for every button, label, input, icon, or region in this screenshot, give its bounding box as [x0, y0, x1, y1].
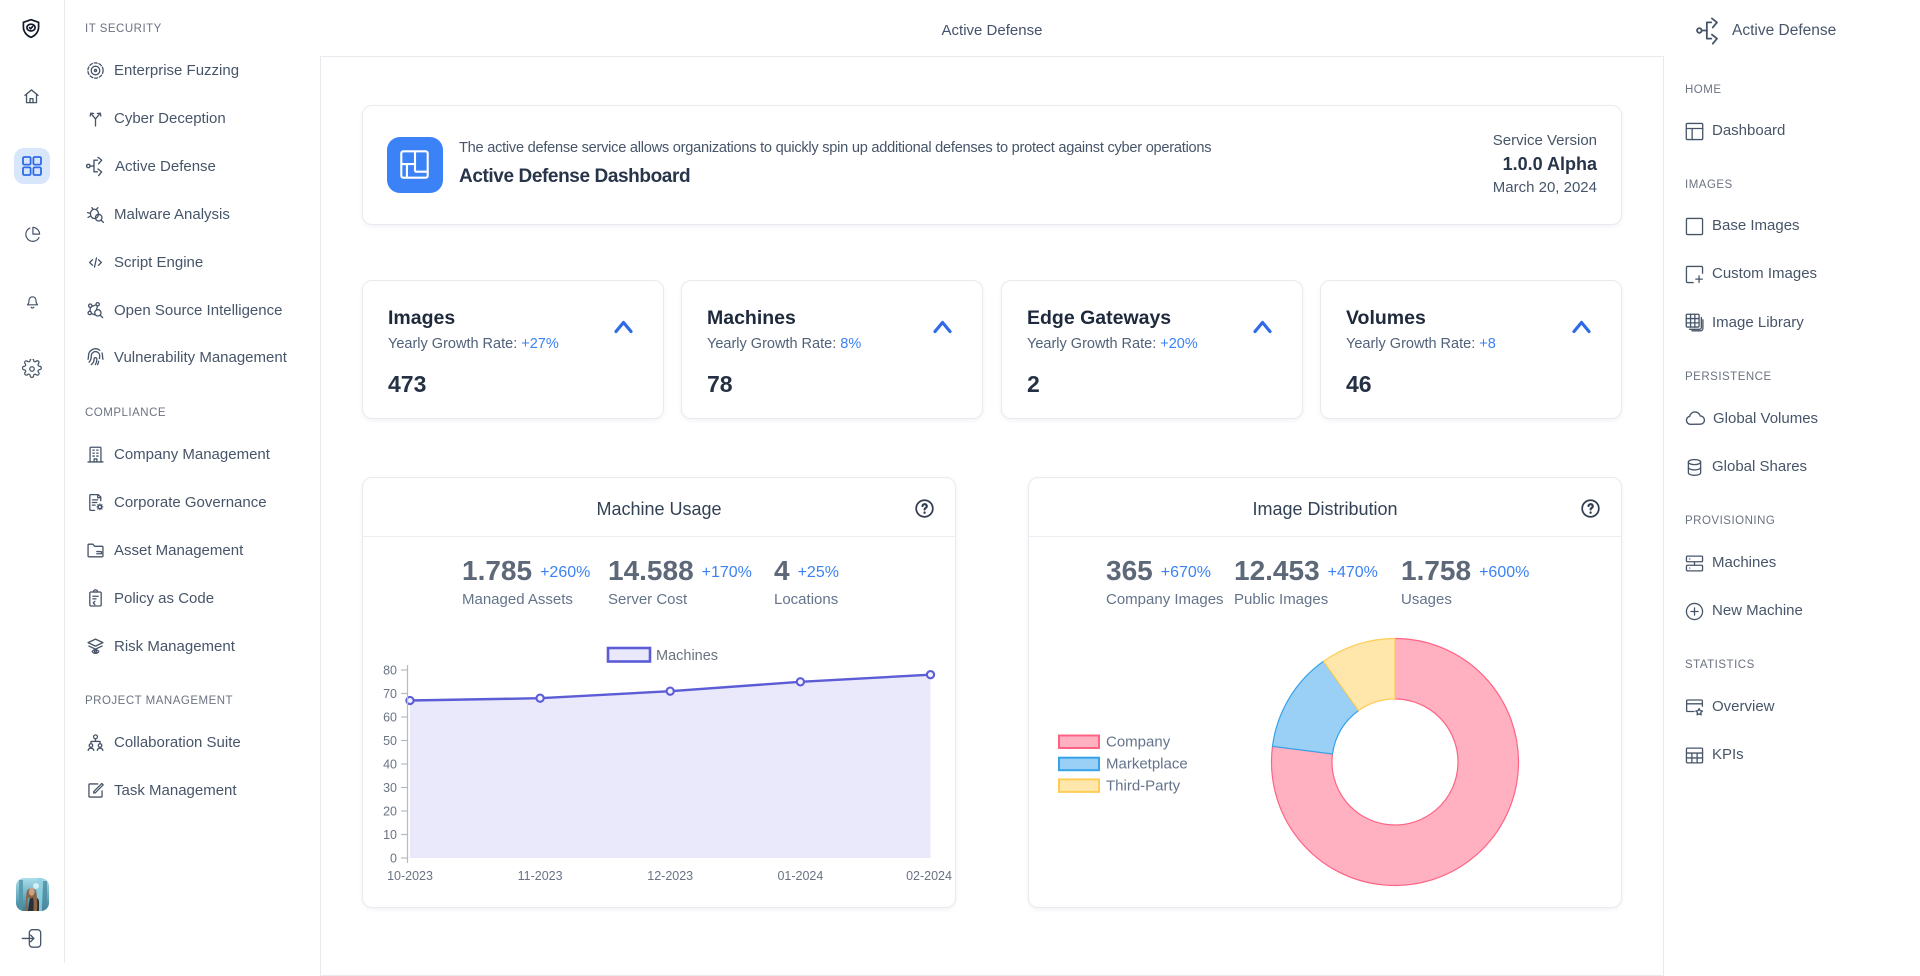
- svg-text:80: 80: [383, 664, 397, 678]
- svg-text:10-2023: 10-2023: [387, 869, 433, 883]
- svg-text:0: 0: [390, 852, 397, 866]
- svg-text:12-2023: 12-2023: [647, 869, 693, 883]
- svg-text:Company: Company: [1106, 734, 1171, 751]
- svg-text:50: 50: [383, 734, 397, 748]
- svg-text:70: 70: [383, 687, 397, 701]
- svg-text:60: 60: [383, 711, 397, 725]
- svg-text:10: 10: [383, 828, 397, 842]
- svg-text:Machines: Machines: [656, 648, 718, 664]
- svg-text:11-2023: 11-2023: [518, 869, 563, 883]
- svg-text:01-2024: 01-2024: [777, 869, 823, 883]
- svg-text:Marketplace: Marketplace: [1106, 756, 1188, 773]
- svg-text:40: 40: [383, 758, 397, 772]
- svg-text:30: 30: [383, 781, 397, 795]
- svg-text:Third-Party: Third-Party: [1106, 777, 1181, 794]
- svg-text:20: 20: [383, 805, 397, 819]
- svg-text:02-2024: 02-2024: [906, 869, 952, 883]
